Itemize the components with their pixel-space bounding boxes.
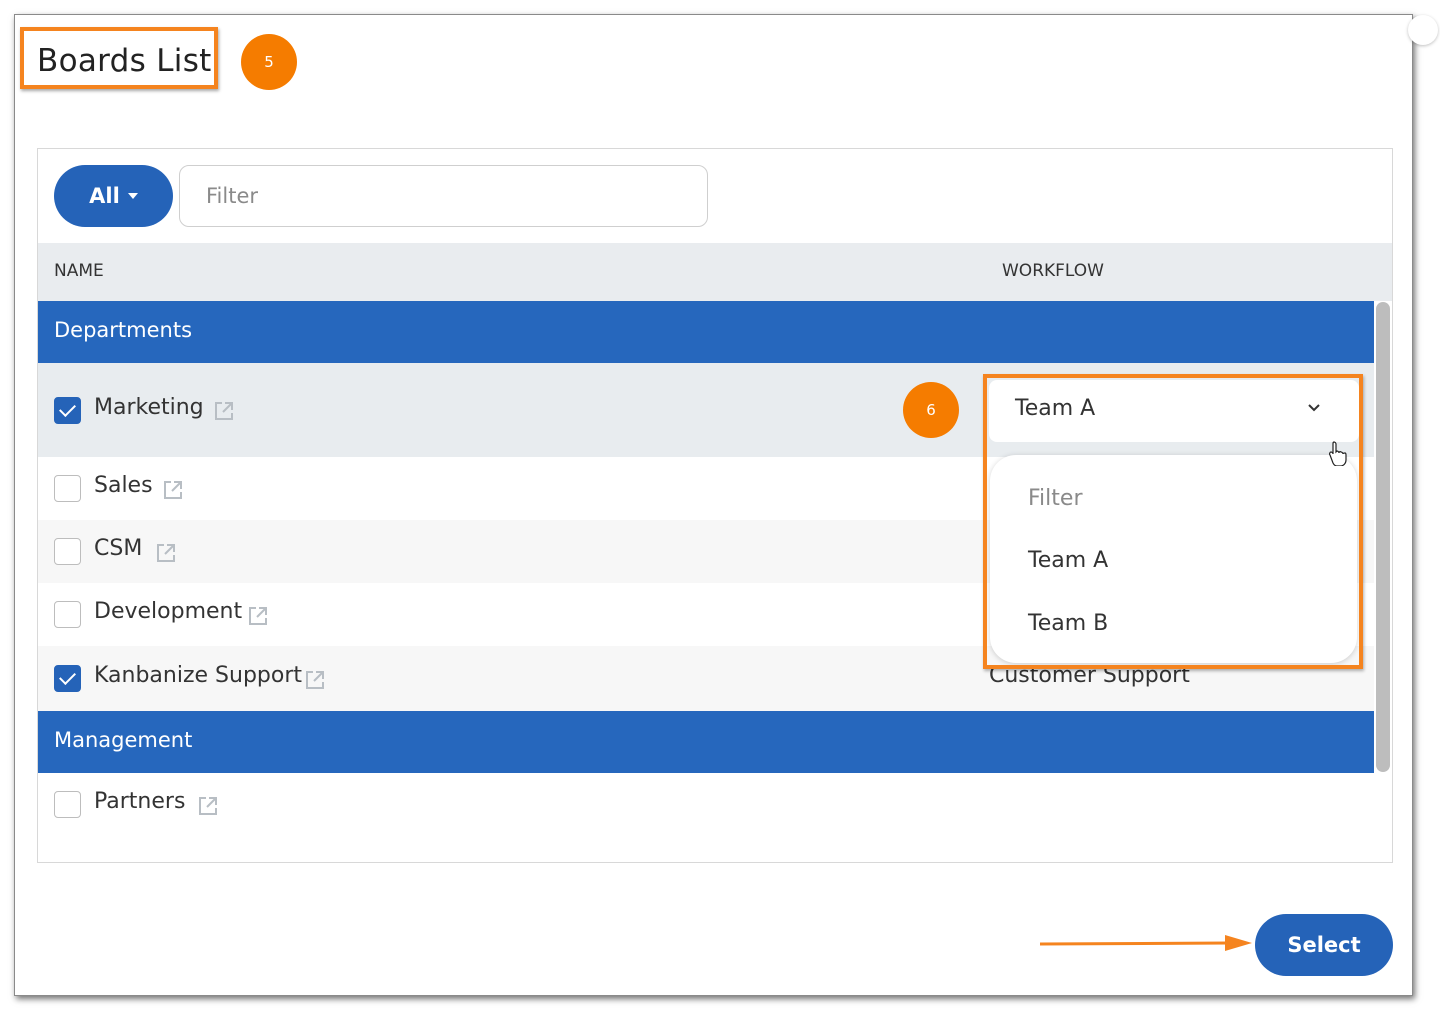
- caret-down-icon: [127, 193, 138, 199]
- board-name: Development: [94, 599, 243, 624]
- workflow-select[interactable]: Team A: [989, 380, 1359, 442]
- column-header-workflow: WORKFLOW: [1002, 261, 1104, 281]
- board-name: Marketing: [94, 395, 204, 420]
- board-name: Sales: [94, 473, 153, 498]
- hand-cursor-icon: [1328, 441, 1347, 466]
- dialog-title: Boards List: [37, 43, 212, 79]
- external-link-icon[interactable]: [162, 479, 184, 501]
- column-header-name: NAME: [54, 261, 104, 281]
- workflow-selected-value: Team A: [1015, 396, 1096, 421]
- workflow-dropdown-menu: Filter Team A Team B: [990, 455, 1357, 663]
- group-header-departments: Departments: [38, 301, 1374, 363]
- workflow-value: Customer Support: [989, 663, 1190, 688]
- boards-list-dialog: Boards List 5 All NAME WORKFLOW Departme…: [14, 14, 1438, 996]
- table-scrollbar[interactable]: [1376, 302, 1390, 772]
- row-checkbox[interactable]: [54, 538, 81, 565]
- step-badge-5: 5: [241, 34, 297, 90]
- board-name: CSM: [94, 536, 143, 561]
- external-link-icon[interactable]: [197, 795, 219, 817]
- row-checkbox[interactable]: [54, 397, 81, 424]
- group-header-management: Management: [38, 711, 1374, 773]
- table-header: NAME WORKFLOW: [38, 243, 1392, 301]
- external-link-icon[interactable]: [155, 542, 177, 564]
- row-checkbox[interactable]: [54, 665, 81, 692]
- chevron-down-icon: [1308, 404, 1320, 412]
- external-link-icon[interactable]: [247, 605, 269, 627]
- select-button[interactable]: Select: [1255, 914, 1393, 976]
- row-checkbox[interactable]: [54, 475, 81, 502]
- scope-dropdown-button[interactable]: All: [54, 165, 173, 227]
- dropdown-option-team-b[interactable]: Team B: [1028, 611, 1108, 636]
- group-label: Departments: [54, 318, 193, 342]
- step-badge-6: 6: [903, 382, 959, 438]
- close-icon[interactable]: [1408, 15, 1438, 45]
- group-label: Management: [54, 728, 193, 752]
- row-checkbox[interactable]: [54, 601, 81, 628]
- board-filter-input[interactable]: [179, 165, 708, 227]
- row-checkbox[interactable]: [54, 791, 81, 818]
- external-link-icon[interactable]: [213, 400, 235, 422]
- external-link-icon[interactable]: [304, 669, 326, 691]
- dropdown-option-team-a[interactable]: Team A: [1028, 548, 1108, 573]
- board-name: Partners: [94, 789, 186, 814]
- table-row[interactable]: Partners: [38, 773, 1374, 837]
- boards-panel: All NAME WORKFLOW Departments Marketing …: [37, 148, 1393, 863]
- dropdown-filter-input[interactable]: Filter: [1028, 486, 1082, 511]
- arrow-annotation: [1040, 935, 1252, 951]
- board-name: Kanbanize Support: [94, 663, 303, 688]
- scope-label: All: [89, 184, 120, 208]
